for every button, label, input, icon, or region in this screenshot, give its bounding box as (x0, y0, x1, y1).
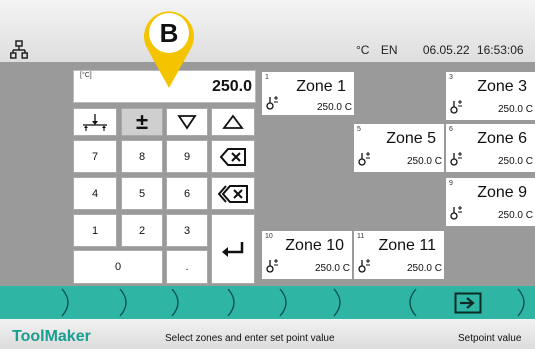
key-8[interactable]: 8 (121, 140, 163, 173)
step-up-button[interactable] (211, 108, 255, 136)
arrow-down-icon (177, 115, 197, 130)
zone-name: Zone 10 (285, 237, 344, 254)
backspace-button[interactable] (211, 140, 255, 173)
key-5[interactable]: 5 (121, 177, 163, 210)
key-4[interactable]: 4 (73, 177, 117, 210)
network-icon[interactable] (10, 40, 28, 60)
enter-arrow-icon (454, 292, 482, 313)
zone-tile-9[interactable]: 9 Zone 9 250.0 C (446, 178, 535, 226)
zone-tile-1[interactable]: 1 Zone 1 250.0 C (262, 72, 354, 115)
zone-name: Zone 3 (477, 78, 527, 95)
setpoint-value: 250.0 (211, 78, 252, 95)
time-display: 16:53:06 (476, 43, 524, 57)
thermometer-icon (358, 152, 370, 166)
brand-logo: ToolMaker (12, 328, 91, 345)
key-3[interactable]: 3 (166, 214, 208, 247)
arrow-up-icon (222, 114, 244, 129)
zone-tile-10[interactable]: 10 Zone 10 250.0 C (262, 231, 352, 279)
thermometer-icon (358, 259, 370, 273)
zone-number: 11 (357, 233, 365, 240)
softkey-3[interactable] (126, 287, 172, 318)
key-0[interactable]: 0 (73, 250, 163, 284)
softkey-4[interactable] (178, 287, 228, 318)
softkey-1[interactable] (0, 287, 62, 318)
callout-marker: B (144, 11, 194, 88)
zone-temperature: 250.0 C (314, 263, 350, 274)
zone-number: 9 (449, 180, 453, 187)
softkey-2[interactable] (68, 287, 120, 318)
softkey-6[interactable] (286, 287, 334, 318)
zone-name: Zone 9 (477, 184, 527, 201)
thermometer-icon (266, 96, 278, 110)
enter-button[interactable] (211, 214, 255, 284)
key-9[interactable]: 9 (166, 140, 208, 173)
clear-icon (217, 184, 248, 203)
thermometer-icon (450, 206, 462, 220)
zone-tile-5[interactable]: 5 Zone 5 250.0 C (354, 124, 444, 172)
zone-name: Zone 11 (378, 237, 436, 254)
step-down-button[interactable] (166, 108, 208, 136)
link-values-icon (83, 114, 107, 131)
accept-button[interactable] (420, 287, 516, 318)
instruction-text: Select zones and enter set point value (165, 333, 335, 344)
key-1[interactable]: 1 (73, 214, 117, 247)
zone-temperature: 250.0 C (497, 210, 533, 221)
callout-letter: B (160, 18, 179, 48)
zone-tile-6[interactable]: 6 Zone 6 250.0 C (446, 124, 535, 172)
zone-temperature: 250.0 C (406, 263, 442, 274)
zone-temperature: 250.0 C (497, 156, 533, 167)
thermometer-icon (450, 152, 462, 166)
header-status: °C EN 06.05.22 16:53:06 (356, 43, 532, 57)
zone-tile-3[interactable]: 3 Zone 3 250.0 C (446, 72, 535, 120)
unit-indicator[interactable]: °C (356, 43, 369, 57)
mode-label: Setpoint value (458, 333, 522, 344)
zone-number: 5 (357, 126, 361, 133)
zone-temperature: 250.0 C (316, 102, 352, 113)
zone-number: 3 (449, 74, 453, 81)
setpoint-unit-label: [°C] (80, 72, 92, 79)
enter-icon (222, 242, 244, 257)
clear-button[interactable] (211, 177, 255, 210)
zone-number: 10 (265, 233, 273, 240)
zone-tile-11[interactable]: 11 Zone 11 250.0 C (354, 231, 444, 279)
backspace-icon (219, 147, 246, 166)
thermometer-icon (266, 259, 278, 273)
plus-minus-icon: ± (135, 109, 149, 134)
zone-temperature: 250.0 C (406, 156, 442, 167)
zone-name: Zone 5 (386, 130, 436, 147)
link-values-button[interactable] (73, 108, 117, 136)
zone-temperature: 250.0 C (497, 104, 533, 115)
softkey-5[interactable] (234, 287, 280, 318)
thermometer-icon (450, 100, 462, 114)
zone-name: Zone 1 (296, 78, 346, 95)
zone-name: Zone 6 (477, 130, 527, 147)
key-7[interactable]: 7 (73, 140, 117, 173)
key-6[interactable]: 6 (166, 177, 208, 210)
key-2[interactable]: 2 (121, 214, 163, 247)
plus-minus-button[interactable]: ± (121, 108, 163, 136)
date-display: 06.05.22 (422, 43, 470, 57)
zone-number: 6 (449, 126, 453, 133)
key-decimal[interactable]: . (166, 250, 208, 284)
language-indicator[interactable]: EN (381, 43, 398, 57)
zone-number: 1 (265, 74, 269, 81)
